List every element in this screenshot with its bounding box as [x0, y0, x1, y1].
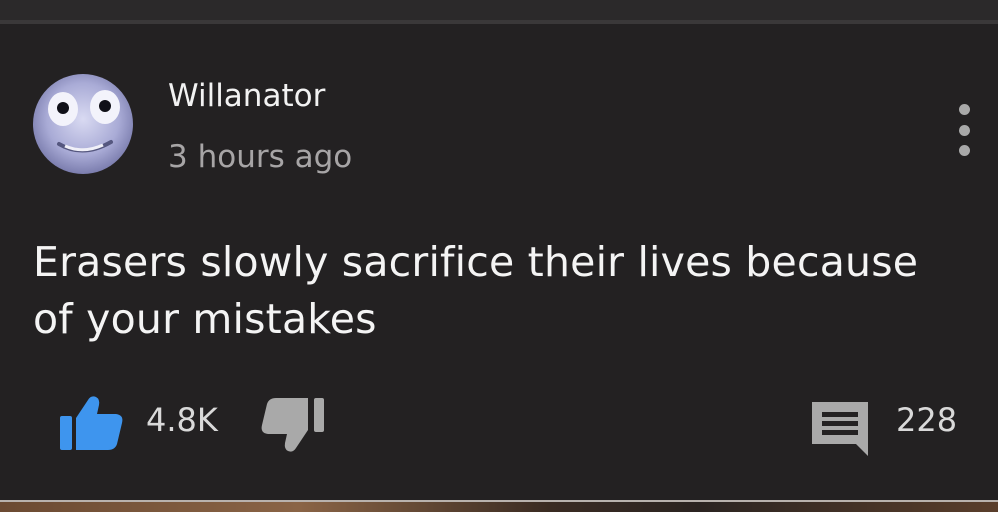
bottom-divider: [0, 500, 998, 512]
comment-icon: [812, 402, 868, 456]
menu-dot: [958, 145, 970, 156]
more-vert-icon[interactable]: [944, 100, 984, 160]
thumbs-down-icon: [261, 398, 324, 452]
like-count: 4.8K: [146, 401, 218, 439]
dislike-button[interactable]: [258, 396, 328, 456]
reply-count: 228: [896, 401, 958, 439]
comment-text: Erasers slowly sacrifice their lives bec…: [33, 238, 919, 343]
comment-card: Willanator 3 hours ago Erasers slowly sa…: [0, 24, 998, 500]
avatar[interactable]: [33, 74, 133, 174]
menu-dot: [958, 124, 970, 136]
thumbs-up-icon: [60, 396, 123, 450]
avatar-image: [33, 74, 133, 174]
top-divider: [0, 0, 998, 24]
menu-dot: [958, 104, 970, 115]
comment-author[interactable]: Willanator: [168, 78, 325, 114]
reply-button[interactable]: [808, 398, 872, 460]
comment-action-bar: 4.8K 228: [0, 384, 998, 464]
comment-timestamp: 3 hours ago: [168, 139, 353, 175]
like-button[interactable]: [58, 392, 128, 452]
screenshot-frame: Willanator 3 hours ago Erasers slowly sa…: [0, 0, 998, 512]
